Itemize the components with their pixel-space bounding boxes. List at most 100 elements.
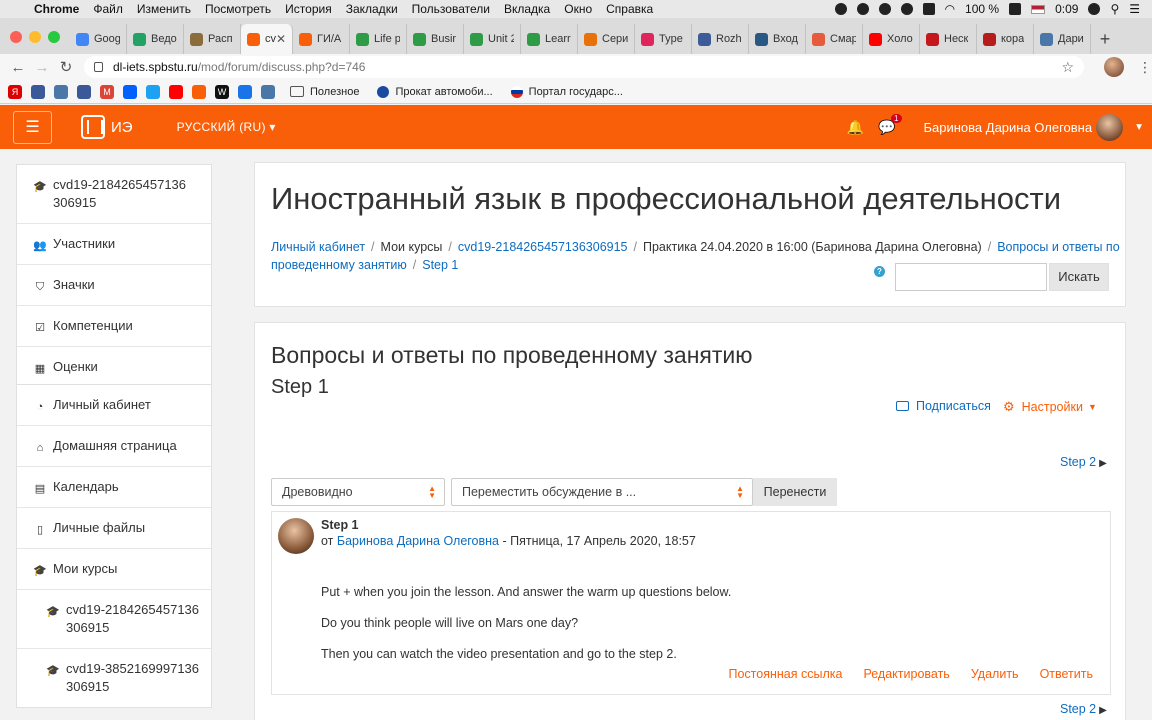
browser-tab[interactable]: Life p (350, 24, 407, 54)
browser-tab[interactable]: Learr (521, 24, 578, 54)
reply-link[interactable]: Ответить (1040, 667, 1093, 681)
close-window-button[interactable] (10, 31, 22, 43)
browser-tab[interactable]: Unit 2 (464, 24, 521, 54)
forum-search-input[interactable] (895, 263, 1047, 291)
bookmark-site-icon[interactable] (146, 84, 160, 99)
browser-tab[interactable]: cvd✕ (241, 24, 293, 54)
language-menu[interactable]: РУССКИЙ (RU) ▾ (177, 120, 276, 134)
site-logo-icon[interactable] (81, 115, 105, 139)
bookmark-site-icon[interactable] (77, 84, 91, 99)
menu-bookmarks[interactable]: Закладки (346, 2, 398, 16)
browser-tab[interactable]: Type (635, 24, 692, 54)
subscribe-link[interactable]: Подписаться (896, 399, 991, 413)
bookmark-site-icon[interactable] (123, 84, 137, 99)
browser-tab[interactable]: Неск (920, 24, 977, 54)
menu-view[interactable]: Посмотреть (205, 2, 271, 16)
minimize-window-button[interactable] (29, 31, 41, 43)
profile-avatar[interactable] (1104, 57, 1124, 77)
sidebar-item[interactable]: ◔ Личный кабинет (17, 385, 211, 426)
info-icon[interactable] (856, 3, 869, 15)
bookmark-car-rental[interactable]: Прокат автомоби... (377, 85, 493, 98)
sidebar-item[interactable]: ⌂ Домашняя страница (17, 426, 211, 467)
bluetooth-icon[interactable] (922, 3, 935, 15)
help-icon[interactable]: ? (874, 266, 885, 277)
browser-tab[interactable]: Вход (749, 24, 806, 54)
move-discussion-button[interactable]: Перенести (753, 478, 837, 506)
menu-help[interactable]: Справка (606, 2, 653, 16)
bookmark-site-icon[interactable] (261, 84, 275, 99)
menu-tab[interactable]: Вкладка (504, 2, 550, 16)
sidebar-item[interactable]: 🎓 cvd19-2184265457136306915 (17, 165, 211, 224)
bookmark-star-icon[interactable]: ☆ (1061, 59, 1074, 76)
menu-window[interactable]: Окно (564, 2, 592, 16)
breadcrumb-item[interactable]: Step 1 (422, 258, 458, 272)
clock-time[interactable]: 0:09 (1055, 2, 1078, 16)
site-brand-name[interactable]: ИЭ (111, 119, 133, 136)
drawer-toggle-button[interactable]: ☰ (13, 110, 52, 144)
address-bar[interactable]: dl-iets.spbstu.ru/mod/forum/discuss.php?… (84, 56, 1084, 78)
sidebar-item[interactable]: 🎓 cvd19-3852169997136306915 (17, 649, 211, 707)
sidebar-item[interactable]: 🎓 Мои курсы (17, 549, 211, 590)
bookmark-site-icon[interactable]: M (100, 84, 114, 99)
search-button[interactable]: Искать (1049, 263, 1109, 291)
input-source-flag-icon[interactable] (1031, 4, 1046, 14)
notifications-bell-icon[interactable]: 🔔 (847, 119, 864, 136)
browser-tab[interactable]: Busir (407, 24, 464, 54)
menu-file[interactable]: Файл (93, 2, 123, 16)
app-name[interactable]: Chrome (34, 2, 79, 16)
status-app-icon[interactable] (834, 3, 847, 15)
spotlight-search-icon[interactable]: ⚲ (1110, 2, 1119, 16)
browser-tab[interactable]: Сери (578, 24, 635, 54)
delete-link[interactable]: Удалить (971, 667, 1019, 681)
sidebar-item[interactable]: ▯ Личные файлы (17, 508, 211, 549)
user-name[interactable]: Баринова Дарина Олеговна (924, 120, 1093, 135)
forward-button[interactable]: → (30, 59, 54, 76)
browser-tab[interactable]: Goog (70, 24, 127, 54)
control-center-icon[interactable]: ☰ (1129, 2, 1140, 16)
new-tab-button[interactable]: + (1091, 24, 1119, 54)
bookmark-site-icon[interactable] (54, 84, 68, 99)
browser-tab[interactable]: ГИ/А (293, 24, 350, 54)
next-discussion-link[interactable]: Step 2 ▶ (1060, 455, 1107, 469)
next-discussion-link-bottom[interactable]: Step 2 ▶ (1060, 702, 1107, 716)
bookmark-site-icon[interactable] (238, 84, 252, 99)
menu-edit[interactable]: Изменить (137, 2, 191, 16)
bookmark-site-icon[interactable] (192, 84, 206, 99)
menu-people[interactable]: Пользователи (412, 2, 490, 16)
edit-link[interactable]: Редактировать (863, 667, 949, 681)
sidebar-item[interactable]: 🎓 cvd19-2184265457136306915 (17, 590, 211, 649)
clock-icon[interactable] (900, 3, 913, 15)
bookmark-site-icon[interactable]: W (215, 84, 229, 99)
author-link[interactable]: Баринова Дарина Олеговна (337, 534, 499, 548)
user-avatar[interactable] (1096, 113, 1124, 141)
lock-icon[interactable] (94, 62, 103, 72)
cloud-icon[interactable] (878, 3, 891, 15)
tab-close-icon[interactable]: ✕ (276, 32, 286, 46)
permalink-link[interactable]: Постоянная ссылка (729, 667, 843, 681)
browser-tab[interactable]: Дари (1034, 24, 1091, 54)
sidebar-item[interactable]: 👥 Участники (17, 224, 211, 265)
author-avatar[interactable] (278, 518, 314, 554)
move-discussion-select[interactable]: Переместить обсуждение в ... ▲ ▼ (451, 478, 753, 506)
reload-button[interactable]: ↻ (54, 58, 78, 76)
menu-history[interactable]: История (285, 2, 332, 16)
sidebar-item[interactable]: ▤ Календарь (17, 467, 211, 508)
sidebar-item[interactable]: ▦ Оценки (17, 347, 211, 387)
browser-tab[interactable]: Расп (184, 24, 241, 54)
browser-tab[interactable]: Смар (806, 24, 863, 54)
messages-icon[interactable]: 💬 1 (878, 113, 902, 136)
bookmark-site-icon[interactable] (31, 84, 45, 99)
bookmark-gov-portal[interactable]: Портал государс... (510, 85, 623, 98)
breadcrumb-item[interactable]: Личный кабинет (271, 240, 365, 254)
battery-icon[interactable] (1009, 3, 1022, 15)
bookmark-site-icon[interactable] (169, 84, 183, 99)
sidebar-item[interactable]: ☑ Компетенции (17, 306, 211, 347)
browser-tab[interactable]: кора (977, 24, 1034, 54)
display-mode-select[interactable]: Древовидно ▲ ▼ (271, 478, 445, 506)
browser-menu-icon[interactable]: ⋮ (1138, 59, 1152, 76)
bookmark-useful-folder[interactable]: Полезное (290, 86, 359, 98)
back-button[interactable]: ← (6, 59, 30, 76)
breadcrumb-item[interactable]: cvd19-2184265457136306915 (458, 240, 628, 254)
browser-tab[interactable]: Ведо (127, 24, 184, 54)
settings-menu[interactable]: ⚙ Настройки ▼ (1003, 399, 1097, 415)
